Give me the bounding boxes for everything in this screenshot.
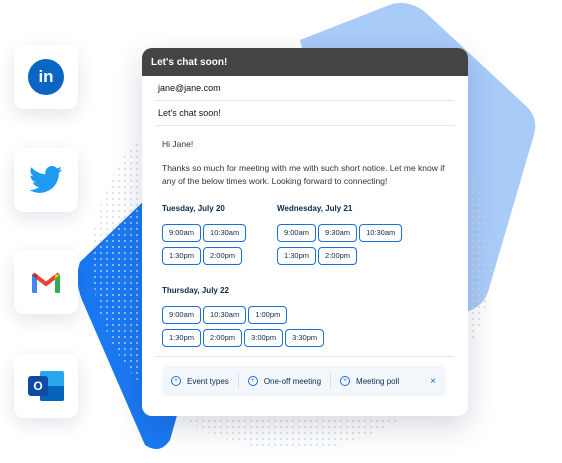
email-compose-card: Let's chat soon! jane@jane.com Let's cha… — [142, 48, 468, 416]
plus-circle-icon: + — [340, 376, 351, 386]
one-off-meeting-button[interactable]: + One-off meeting — [239, 373, 332, 389]
day-title: Wednesday, July 21 — [277, 204, 353, 213]
time-slot-button[interactable]: 1:30pm — [277, 247, 317, 265]
time-slot-button[interactable]: 9:00am — [277, 224, 317, 242]
email-body[interactable]: Hi Jane! Thanks so much for meeting with… — [142, 126, 468, 352]
scheduling-toolbar: + Event types + One-off meeting + Meetin… — [162, 366, 446, 396]
time-slot-button[interactable]: 2:00pm — [318, 247, 358, 265]
time-slot-button[interactable]: 1:30pm — [162, 247, 202, 265]
time-slot-button[interactable]: 10:30am — [203, 306, 247, 324]
plus-circle-icon: + — [247, 376, 258, 386]
day-tuesday: Tuesday, July 20 9:00am 10:30am 1:30pm 2:0… — [162, 188, 277, 270]
day-wednesday: Wednesday, July 21 9:00am 9:30am 10:30am 1… — [277, 188, 437, 270]
time-slot-button[interactable]: 3:30pm — [285, 329, 325, 347]
message-text: Thanks so much for meeting with me with … — [162, 163, 445, 186]
time-slot-button[interactable]: 9:00am — [162, 306, 202, 324]
time-slot-button[interactable]: 1:00pm — [248, 306, 288, 324]
linkedin-icon: in — [28, 59, 64, 95]
day-title: Thursday, July 22 — [162, 286, 229, 295]
close-icon[interactable]: × — [430, 376, 436, 387]
outlook-tile[interactable]: O — [14, 354, 78, 418]
linkedin-tile[interactable]: in — [14, 45, 78, 109]
meeting-poll-button[interactable]: + Meeting poll — [331, 373, 408, 389]
twitter-tile[interactable] — [14, 148, 78, 212]
plus-circle-icon: + — [171, 376, 181, 386]
gmail-tile[interactable] — [14, 250, 78, 314]
time-slot-button[interactable]: 10:30am — [203, 224, 247, 242]
subject-field[interactable]: Let's chat soon! — [156, 101, 454, 126]
time-slot-button[interactable]: 9:30am — [318, 224, 358, 242]
event-types-button[interactable]: + Event types — [162, 373, 239, 389]
twitter-icon — [29, 166, 63, 193]
gmail-icon — [31, 272, 61, 293]
day-thursday: Thursday, July 22 9:00am 10:30am 1:00pm 1:… — [162, 284, 448, 352]
to-field[interactable]: jane@jane.com — [156, 76, 454, 101]
time-slot-button[interactable]: 2:00pm — [203, 247, 243, 265]
outlook-icon: O — [28, 371, 64, 401]
compose-header: Let's chat soon! — [142, 48, 468, 76]
divider — [156, 356, 454, 357]
time-slot-button[interactable]: 1:30pm — [162, 329, 202, 347]
time-slot-button[interactable]: 3:00pm — [244, 329, 284, 347]
day-title: Tuesday, July 20 — [162, 204, 225, 213]
time-slot-button[interactable]: 10:30am — [359, 224, 403, 242]
greeting-text: Hi Jane! — [162, 139, 194, 149]
time-slot-button[interactable]: 9:00am — [162, 224, 202, 242]
time-slot-button[interactable]: 2:00pm — [203, 329, 243, 347]
